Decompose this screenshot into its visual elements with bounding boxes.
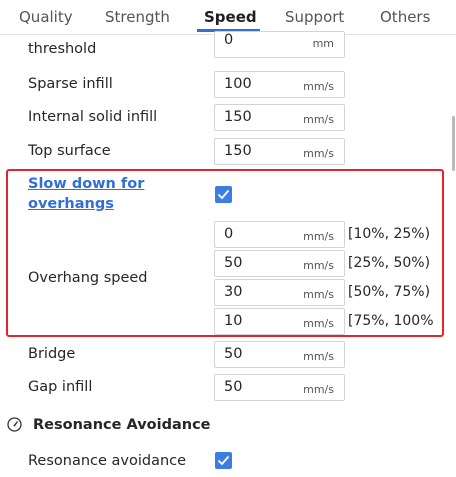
internal-solid-infill-field[interactable]: 150 mm/s: [214, 104, 345, 131]
resonance-avoidance-checkbox[interactable]: [215, 452, 232, 469]
threshold-value: 0: [224, 32, 234, 48]
overhang-speed-value: 10: [224, 313, 243, 329]
overhang-range-1: [10%, 25%): [348, 226, 431, 242]
tab-quality[interactable]: Quality: [19, 8, 73, 26]
overhang-speed-field-2[interactable]: 50 mm/s: [214, 250, 345, 277]
top-surface-label: Top surface: [28, 143, 111, 159]
internal-solid-infill-unit: mm/s: [303, 113, 334, 126]
overhang-speed-unit: mm/s: [303, 288, 334, 301]
sparse-infill-label: Sparse infill: [28, 76, 113, 92]
top-surface-field[interactable]: 150 mm/s: [214, 138, 345, 165]
sparse-infill-field[interactable]: 100 mm/s: [214, 71, 345, 98]
bridge-field[interactable]: 50 mm/s: [214, 341, 345, 368]
threshold-field[interactable]: 0 mm: [214, 31, 345, 58]
top-surface-unit: mm/s: [303, 147, 334, 160]
overhang-speed-unit: mm/s: [303, 317, 334, 330]
overhang-speed-field-1[interactable]: 0 mm/s: [214, 221, 345, 248]
overhang-range-4: [75%, 100%: [348, 313, 434, 329]
internal-solid-infill-value: 150: [224, 109, 252, 125]
tab-support[interactable]: Support: [285, 8, 344, 26]
overhang-speed-value: 50: [224, 255, 243, 271]
internal-solid-infill-label: Internal solid infill: [28, 109, 158, 125]
bridge-value: 50: [224, 346, 243, 362]
gap-infill-field[interactable]: 50 mm/s: [214, 374, 345, 401]
tab-bar: Quality Strength Speed Support Others: [0, 0, 456, 35]
tab-others[interactable]: Others: [380, 8, 430, 26]
check-icon: [217, 455, 230, 466]
overhang-speed-unit: mm/s: [303, 259, 334, 272]
tab-speed[interactable]: Speed: [204, 8, 257, 26]
sparse-infill-unit: mm/s: [303, 80, 334, 93]
check-icon: [217, 189, 230, 200]
overhang-speed-value: 30: [224, 284, 243, 300]
threshold-label: threshold: [28, 41, 97, 57]
sparse-infill-value: 100: [224, 76, 252, 92]
overhang-range-2: [25%, 50%): [348, 255, 431, 271]
gap-infill-label: Gap infill: [28, 379, 93, 395]
overhang-speed-field-4[interactable]: 10 mm/s: [214, 308, 345, 335]
top-surface-value: 150: [224, 143, 252, 159]
bridge-label: Bridge: [28, 346, 76, 362]
slow-down-checkbox[interactable]: [215, 186, 232, 203]
overhang-speed-label: Overhang speed: [28, 270, 148, 286]
overhang-speed-unit: mm/s: [303, 230, 334, 243]
threshold-unit: mm: [312, 37, 334, 50]
tab-strength[interactable]: Strength: [105, 8, 170, 26]
slow-down-link-line1[interactable]: Slow down for: [28, 176, 144, 192]
slow-down-link-line2[interactable]: overhangs: [28, 196, 114, 212]
gap-infill-unit: mm/s: [303, 383, 334, 396]
gauge-icon: [7, 417, 22, 432]
overhang-range-3: [50%, 75%): [348, 284, 431, 300]
bridge-unit: mm/s: [303, 350, 334, 363]
gap-infill-value: 50: [224, 379, 243, 395]
overhang-speed-value: 0: [224, 226, 234, 242]
resonance-section-title: Resonance Avoidance: [33, 417, 211, 433]
resonance-avoidance-label: Resonance avoidance: [28, 453, 187, 469]
overhang-speed-field-3[interactable]: 30 mm/s: [214, 279, 345, 306]
scrollbar[interactable]: [452, 116, 455, 171]
